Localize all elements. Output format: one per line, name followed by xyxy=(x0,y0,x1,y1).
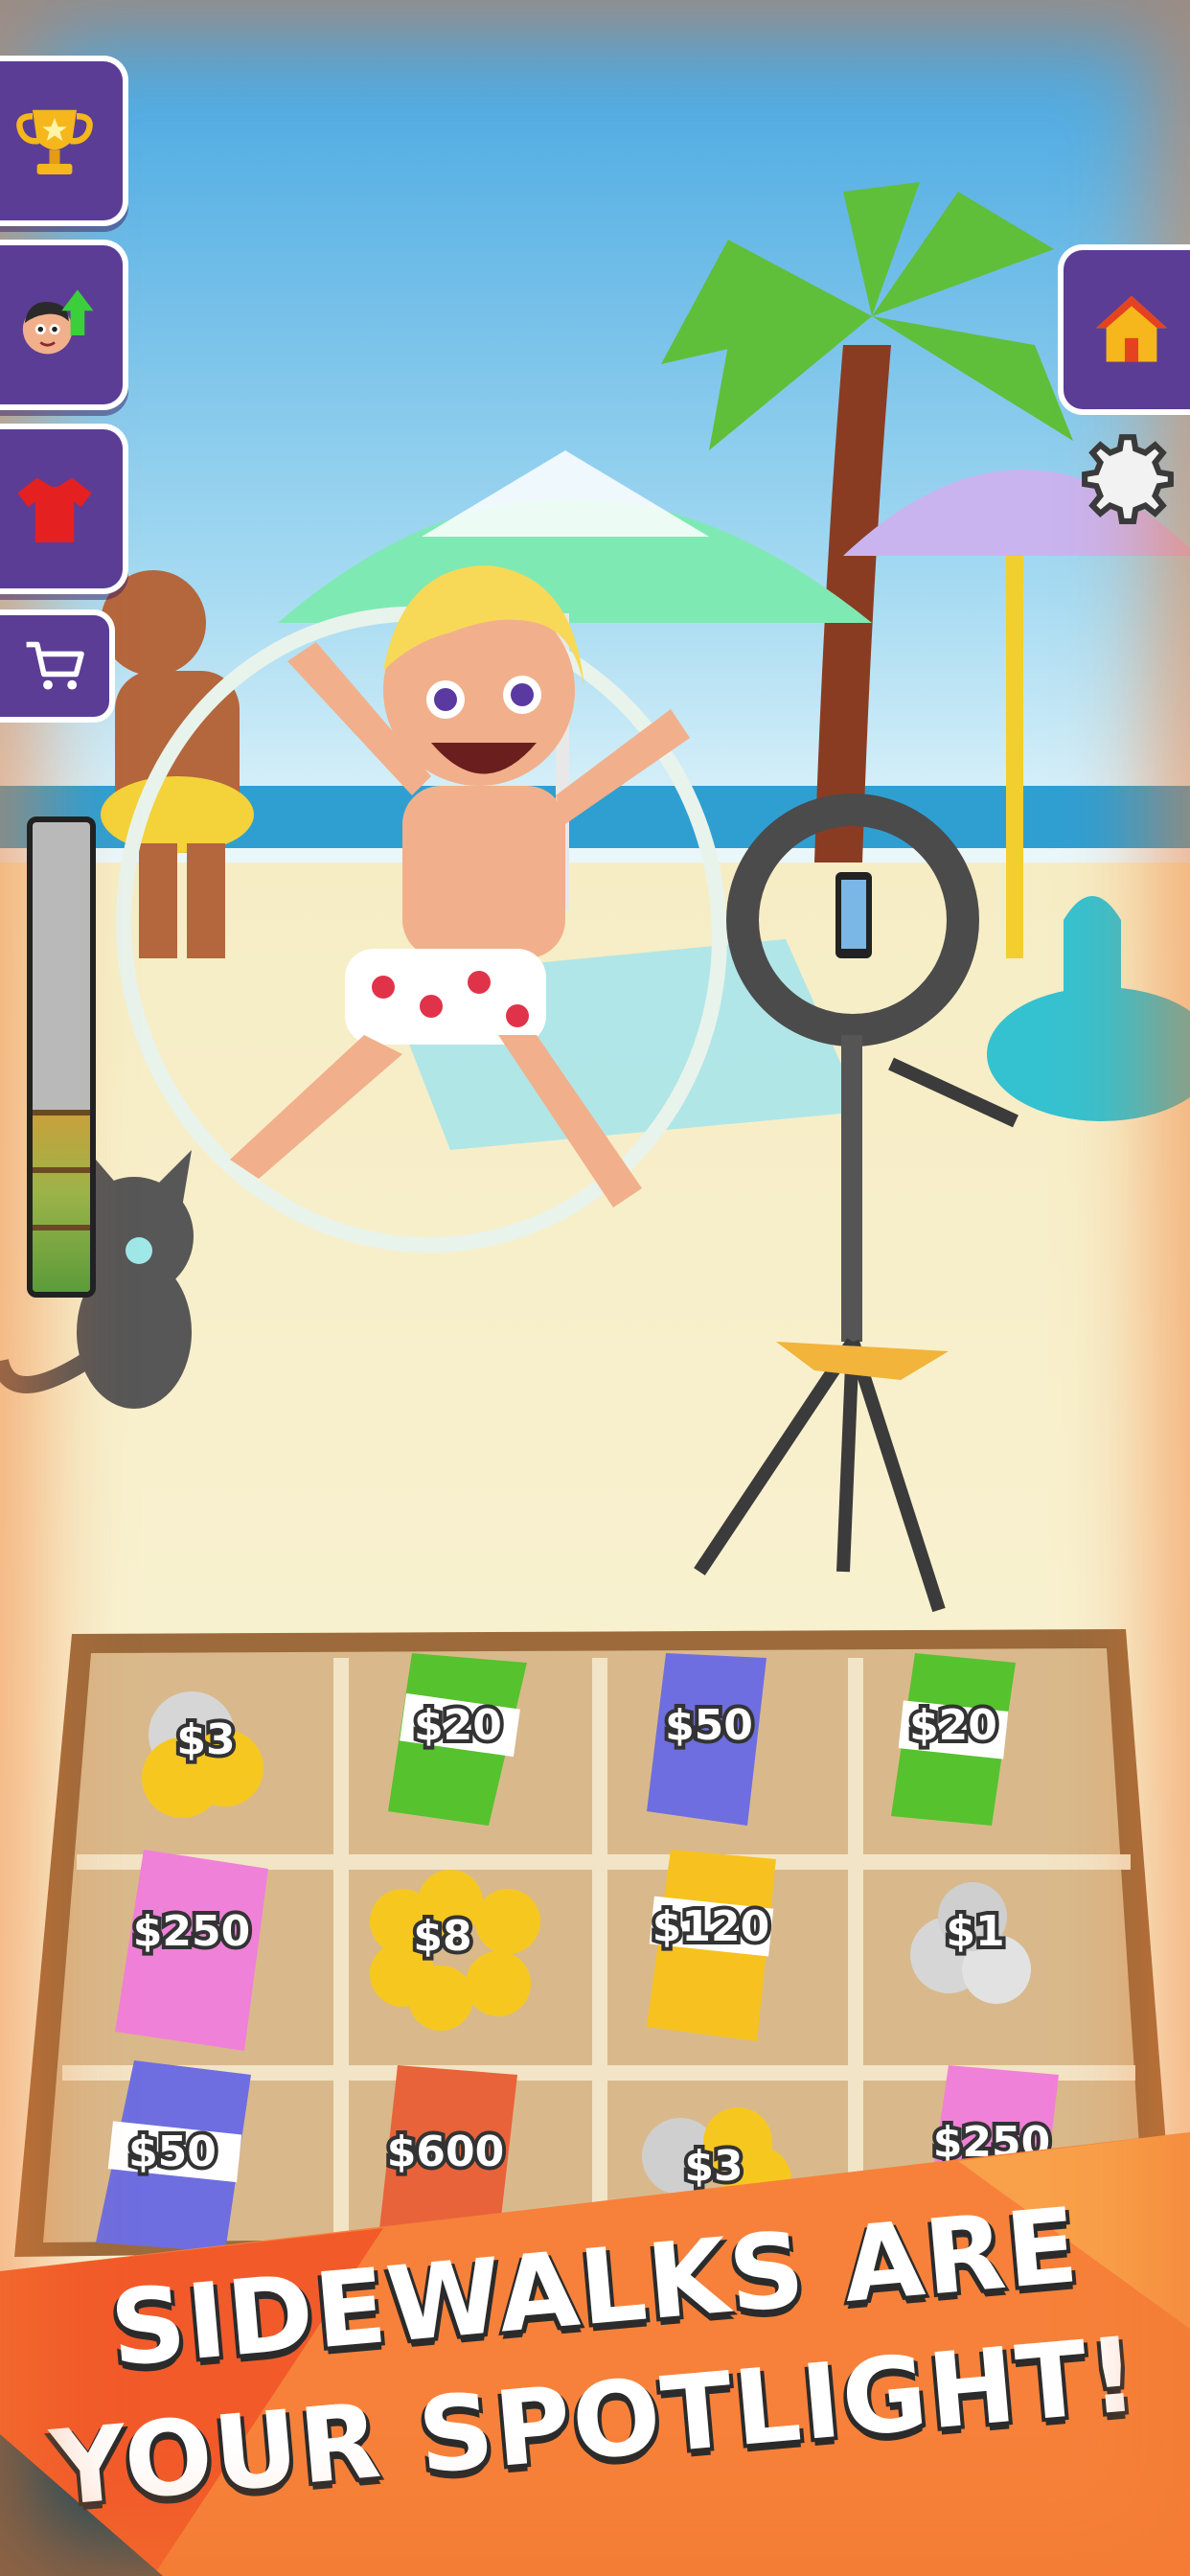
meter-notch xyxy=(33,1110,90,1116)
trophy-icon xyxy=(16,109,93,174)
shop-button[interactable] xyxy=(0,610,115,723)
settings-gear-icon[interactable] xyxy=(1079,429,1177,527)
character-upgrade-icon xyxy=(22,289,94,355)
energy-meter-fill xyxy=(33,1113,90,1292)
meter-notch xyxy=(33,1167,90,1173)
shop-cart-icon xyxy=(26,641,84,690)
shirt-icon xyxy=(17,477,92,542)
meter-notch xyxy=(33,1225,90,1230)
character-upgrade-button[interactable] xyxy=(0,240,128,410)
energy-meter xyxy=(27,816,96,1298)
game-scene: $3 $20 $50 $20 $250 $8 $120 $1 $50 $600 … xyxy=(0,0,1190,2576)
home-button[interactable] xyxy=(1058,244,1190,415)
outfit-button[interactable] xyxy=(0,424,128,594)
trophy-button[interactable] xyxy=(0,56,128,226)
promo-banner xyxy=(0,2132,1190,2576)
home-icon xyxy=(1096,295,1167,362)
